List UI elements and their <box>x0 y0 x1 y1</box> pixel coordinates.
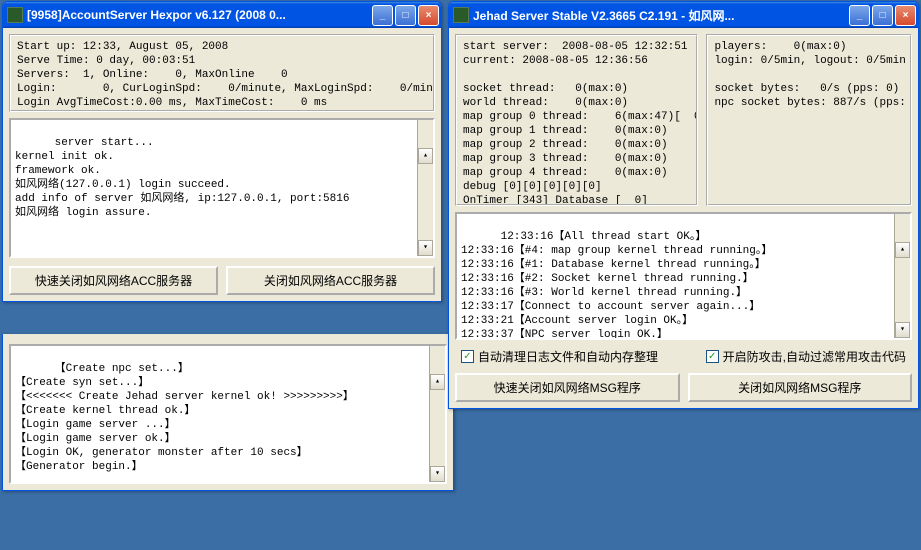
titlebar[interactable]: [9958]AccountServer Hexpor v6.127 (2008 … <box>3 2 441 28</box>
kernel-window: 【Create npc set...】 【Create syn set...】 … <box>2 334 454 491</box>
window-title: Jehad Server Stable V2.3665 C2.191 - 如风网… <box>473 7 849 24</box>
scroll-up-icon[interactable]: ▴ <box>895 242 910 258</box>
scrollbar[interactable]: ▴ ▾ <box>417 120 433 256</box>
log-textbox[interactable]: server start... kernel init ok. framewor… <box>9 118 435 258</box>
scroll-up-icon[interactable]: ▴ <box>418 148 433 164</box>
close-acc-button[interactable]: 关闭如风网络ACC服务器 <box>226 266 435 295</box>
scrollbar[interactable]: ▴ ▾ <box>429 346 445 482</box>
window-title: [9958]AccountServer Hexpor v6.127 (2008 … <box>27 8 372 22</box>
app-icon <box>453 7 469 23</box>
anti-attack-checkbox[interactable]: ✓ 开启防攻击,自动过滤常用攻击代码 <box>706 348 906 365</box>
server-log-content: 12:33:16【All thread start OK。】 12:33:16【… <box>461 231 772 340</box>
minimize-button[interactable]: _ <box>372 5 393 26</box>
scroll-up-icon[interactable]: ▴ <box>430 374 445 390</box>
fast-close-msg-button[interactable]: 快速关闭如风网络MSG程序 <box>455 373 680 402</box>
scroll-down-icon[interactable]: ▾ <box>430 466 445 482</box>
close-msg-button[interactable]: 关闭如风网络MSG程序 <box>688 373 913 402</box>
kernel-log-textbox[interactable]: 【Create npc set...】 【Create syn set...】 … <box>9 344 447 484</box>
stats-panel: Start up: 12:33, August 05, 2008 Serve T… <box>9 34 435 112</box>
close-button[interactable]: × <box>418 5 439 26</box>
app-icon <box>7 7 23 23</box>
jehad-server-window: Jehad Server Stable V2.3665 C2.191 - 如风网… <box>448 1 919 409</box>
close-button[interactable]: × <box>895 5 916 26</box>
titlebar[interactable]: Jehad Server Stable V2.3665 C2.191 - 如风网… <box>449 2 918 28</box>
checkbox-label: 自动清理日志文件和自动内存整理 <box>478 348 658 365</box>
scroll-down-icon[interactable]: ▾ <box>418 240 433 256</box>
checkbox-label: 开启防攻击,自动过滤常用攻击代码 <box>723 348 906 365</box>
maximize-button[interactable]: □ <box>872 5 893 26</box>
account-server-window: [9958]AccountServer Hexpor v6.127 (2008 … <box>2 1 442 302</box>
minimize-button[interactable]: _ <box>849 5 870 26</box>
checkmark-icon: ✓ <box>706 350 719 363</box>
auto-clean-checkbox[interactable]: ✓ 自动清理日志文件和自动内存整理 <box>461 348 658 365</box>
scrollbar[interactable]: ▴ ▾ <box>894 214 910 338</box>
server-log-textbox[interactable]: 12:33:16【All thread start OK。】 12:33:16【… <box>455 212 912 340</box>
player-stats-panel: players: 0(max:0) login: 0/5min, logout:… <box>706 34 912 206</box>
checkmark-icon: ✓ <box>461 350 474 363</box>
fast-close-acc-button[interactable]: 快速关闭如风网络ACC服务器 <box>9 266 218 295</box>
server-stats-panel: start server: 2008-08-05 12:32:51 curren… <box>455 34 698 206</box>
maximize-button[interactable]: □ <box>395 5 416 26</box>
kernel-log-content: 【Create npc set...】 【Create syn set...】 … <box>15 363 354 473</box>
scroll-down-icon[interactable]: ▾ <box>895 322 910 338</box>
log-content: server start... kernel init ok. framewor… <box>15 137 349 219</box>
